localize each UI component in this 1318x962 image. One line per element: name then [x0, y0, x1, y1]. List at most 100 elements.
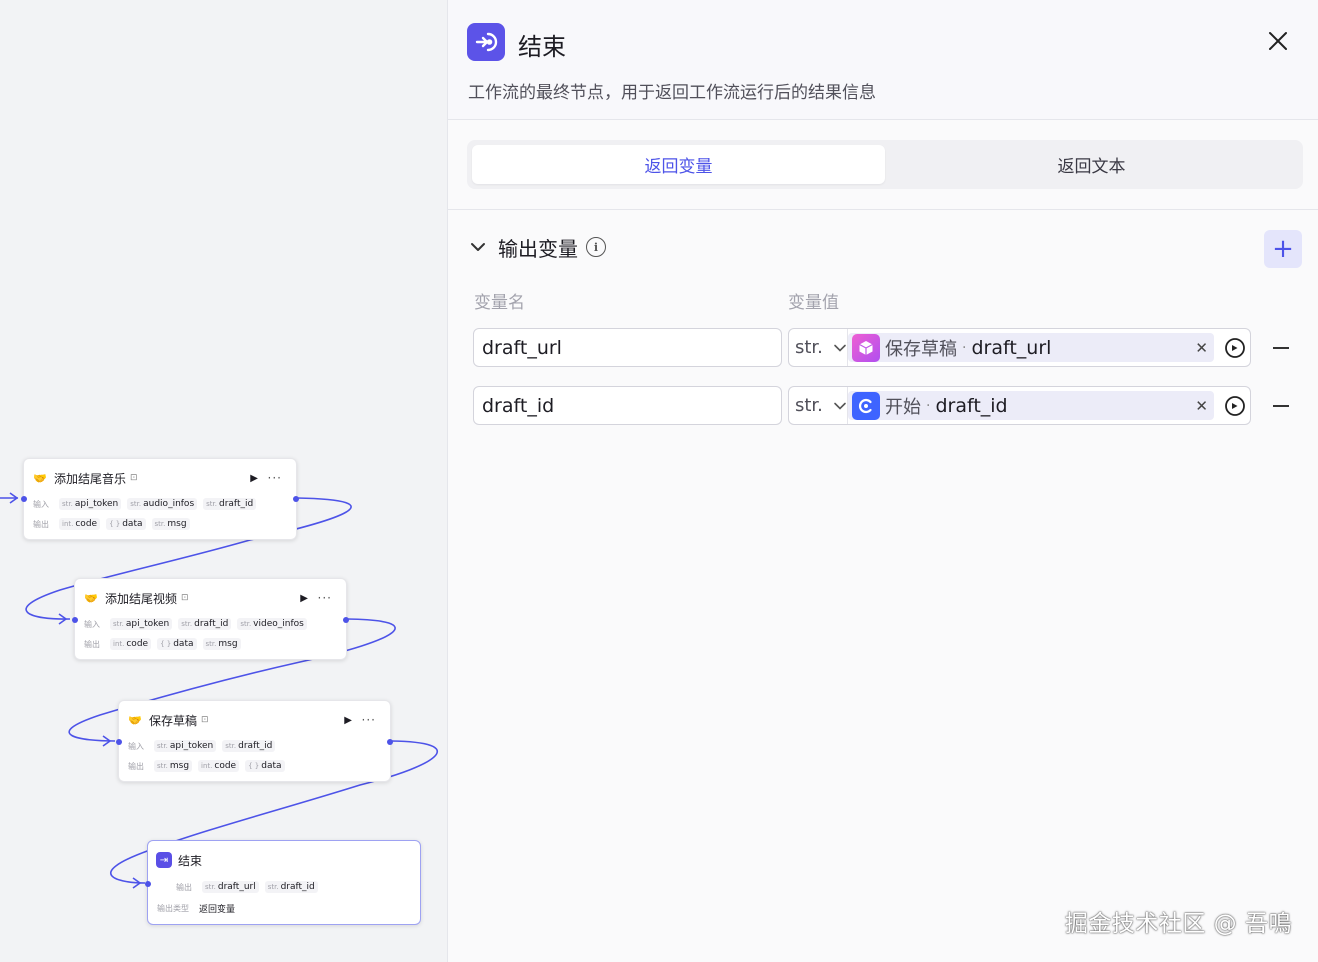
panel-title: 结束	[518, 33, 566, 61]
end-node-icon: ⇥	[156, 852, 172, 868]
param-chip: str. audio_infos	[127, 498, 198, 510]
more-icon[interactable]: ···	[268, 471, 282, 485]
node-save-draft[interactable]: 🤝 保存草稿 ⊡ ▶ ··· 输入 str. api_token str. draf…	[116, 700, 393, 782]
start-icon	[852, 391, 880, 420]
column-header-value: 变量值	[788, 293, 839, 313]
handshake-icon: 🤝	[33, 471, 47, 485]
plugin-badge-icon: ⊡	[201, 715, 209, 725]
param-chip: str. draft_id	[222, 740, 276, 752]
param-chip: str. api_token	[59, 498, 122, 510]
output-port[interactable]	[343, 617, 349, 623]
clear-reference-icon[interactable]: ✕	[1195, 397, 1208, 415]
output-type-value: 返回变量	[199, 905, 236, 915]
node-title: 添加结尾音乐	[54, 471, 127, 486]
close-button[interactable]	[1265, 28, 1291, 54]
node-add-ending-video[interactable]: 🤝 添加结尾视频 ⊡ ▶ ··· 输入 str. api_token str. dr…	[72, 578, 349, 660]
input-label: 输入	[84, 619, 100, 629]
variable-picker-button[interactable]	[1220, 387, 1250, 424]
node-inputs-row: 输入 str. api_token str. audio_infos str. dra…	[33, 498, 257, 510]
output-variables-header[interactable]: 输出变量 i	[470, 232, 606, 262]
param-chip: str. api_token	[110, 618, 173, 630]
param-chip: str. draft_id	[178, 618, 232, 630]
param-chip: str. draft_url	[202, 881, 259, 893]
output-port[interactable]	[387, 739, 393, 745]
node-output-type-row: 输出类型 返回变量	[157, 902, 235, 915]
section-title: 输出变量	[498, 236, 578, 261]
param-chip: str. msg	[202, 638, 241, 650]
run-icon[interactable]: ▶	[300, 593, 308, 604]
more-icon[interactable]: ···	[318, 591, 332, 605]
type-select[interactable]: str.	[789, 387, 848, 424]
divider	[448, 209, 1318, 210]
handshake-icon: 🤝	[84, 591, 98, 605]
info-icon[interactable]: i	[586, 237, 606, 257]
input-port[interactable]	[145, 881, 151, 887]
node-title: 保存草稿	[149, 713, 198, 728]
node-end[interactable]: ⇥ 结束 输出 str. draft_url str. draft_id 输出类型 …	[145, 840, 421, 925]
output-label: 输出	[84, 639, 100, 649]
param-chip: { } data	[106, 518, 146, 530]
return-mode-tabs: 返回变量 返回文本	[467, 140, 1303, 189]
variable-value-field: str. 保存草稿 · draft_url ✕	[788, 328, 1251, 367]
handshake-icon: 🤝	[128, 713, 142, 727]
input-port[interactable]	[116, 739, 122, 745]
chevron-down-icon	[834, 402, 846, 410]
param-chip: int. code	[198, 760, 240, 772]
output-type-label: 输出类型	[157, 904, 189, 913]
run-icon[interactable]: ▶	[344, 715, 352, 726]
variable-reference-tag[interactable]: 保存草稿 · draft_url ✕	[848, 333, 1214, 362]
picker-icon	[1225, 337, 1245, 358]
tab-return-text[interactable]: 返回文本	[885, 145, 1298, 184]
minus-icon	[1273, 346, 1289, 349]
param-chip: int. code	[59, 518, 101, 530]
workflow-canvas[interactable]: 🤝 添加结尾音乐 ⊡ ▶ ··· 输入 str. api_token str. au…	[0, 0, 447, 962]
input-label: 输入	[33, 499, 49, 509]
end-node-icon	[467, 23, 505, 61]
run-icon[interactable]: ▶	[250, 473, 258, 484]
node-add-ending-music[interactable]: 🤝 添加结尾音乐 ⊡ ▶ ··· 输入 str. api_token str. au…	[21, 458, 299, 540]
panel-header: 结束 工作流的最终节点，用于返回工作流运行后的结果信息	[448, 0, 1318, 120]
node-header: 🤝 添加结尾视频 ⊡ ▶ ···	[83, 589, 338, 607]
minus-icon	[1273, 404, 1289, 407]
chevron-down-icon[interactable]	[470, 239, 486, 255]
output-port[interactable]	[293, 496, 299, 502]
clear-reference-icon[interactable]: ✕	[1195, 339, 1208, 357]
ref-variable-name: draft_id	[935, 394, 1008, 417]
node-outputs-row: 输出 int. code { } data str. msg	[84, 638, 241, 650]
input-port[interactable]	[72, 617, 78, 623]
variable-picker-button[interactable]	[1220, 329, 1250, 366]
plugin-badge-icon: ⊡	[130, 473, 138, 483]
param-chip: str. msg	[154, 760, 193, 772]
param-chip: int. code	[110, 638, 152, 650]
param-chip: str. api_token	[154, 740, 217, 752]
input-port[interactable]	[21, 496, 27, 502]
watermark: 掘金技术社区 @ 吾鳴	[1064, 911, 1292, 937]
variable-value-field: str. 开始 · draft_id ✕	[788, 386, 1251, 425]
node-header: 🤝 保存草稿 ⊡ ▶ ···	[127, 711, 382, 729]
remove-variable-button[interactable]	[1268, 386, 1294, 425]
node-inputs-row: 输入 str. api_token str. draft_id	[128, 740, 276, 752]
remove-variable-button[interactable]	[1268, 328, 1294, 367]
type-value: str.	[795, 337, 823, 358]
variable-row: draft_id str. 开始 · draft_id ✕	[473, 386, 1293, 425]
variable-name-input[interactable]: draft_id	[473, 386, 782, 425]
ref-variable-name: draft_url	[971, 336, 1052, 359]
node-outputs-row: 输出 int. code { } data str. msg	[33, 518, 190, 530]
close-icon[interactable]	[1268, 31, 1288, 51]
output-label: 输出	[128, 761, 144, 771]
node-title: 结束	[178, 853, 203, 868]
ref-node-name: 保存草稿	[885, 338, 957, 360]
type-select[interactable]: str.	[789, 329, 848, 366]
variable-name-input[interactable]: draft_url	[473, 328, 782, 367]
output-label: 输出	[33, 519, 49, 529]
cube-icon	[852, 333, 880, 362]
more-icon[interactable]: ···	[362, 713, 376, 727]
node-outputs-row: 输出 str. msg int. code { } data	[128, 760, 285, 772]
node-outputs-row: 输出 str. draft_url str. draft_id	[176, 881, 318, 893]
param-chip: str. video_infos	[237, 618, 307, 630]
variable-reference-tag[interactable]: 开始 · draft_id ✕	[848, 391, 1214, 420]
add-variable-button[interactable]: +	[1264, 230, 1302, 268]
node-inputs-row: 输入 str. api_token str. draft_id str. video_…	[84, 618, 307, 630]
tab-return-variables[interactable]: 返回变量	[472, 145, 885, 184]
plugin-badge-icon: ⊡	[181, 593, 189, 603]
